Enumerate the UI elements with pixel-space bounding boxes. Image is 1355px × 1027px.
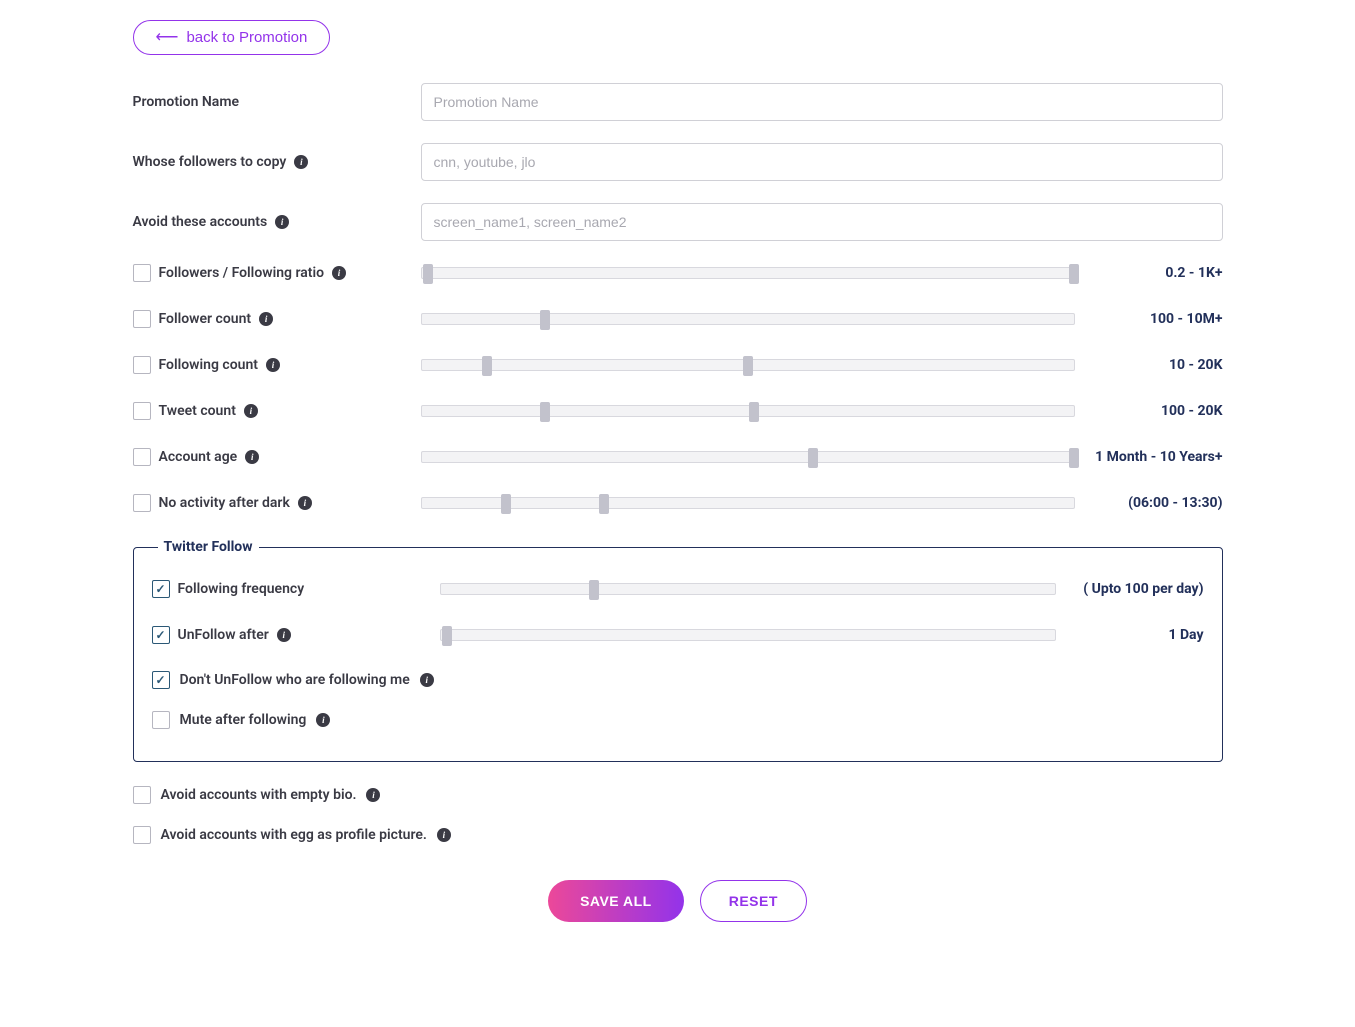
tweet_cnt-slider-handle-1[interactable] xyxy=(749,402,759,422)
info-icon[interactable]: i xyxy=(277,628,291,642)
no_activity-slider-handle-0[interactable] xyxy=(501,494,511,514)
info-icon[interactable]: i xyxy=(259,312,273,326)
avoid-empty-bio-checkbox[interactable]: ✓ xyxy=(133,786,151,804)
info-icon[interactable]: i xyxy=(244,404,258,418)
followers-copy-input[interactable] xyxy=(421,143,1223,181)
info-icon[interactable]: i xyxy=(245,450,259,464)
ratio-value: 0.2 - 1K+ xyxy=(1083,265,1223,281)
twitter-follow-legend: Twitter Follow xyxy=(158,539,259,555)
mute-after-checkbox[interactable]: ✓ xyxy=(152,711,170,729)
avoid-empty-bio-label: Avoid accounts with empty bio. xyxy=(161,787,357,803)
following-frequency-checkbox[interactable]: ✓ xyxy=(152,580,170,598)
no_activity-label: No activity after dark xyxy=(159,495,290,511)
account_age-label: Account age xyxy=(159,449,238,465)
avoid-egg-pic-label: Avoid accounts with egg as profile pictu… xyxy=(161,827,427,843)
account_age-slider[interactable] xyxy=(421,451,1075,463)
info-icon[interactable]: i xyxy=(366,788,380,802)
following_cnt-slider-handle-0[interactable] xyxy=(482,356,492,376)
info-icon[interactable]: i xyxy=(316,713,330,727)
follower_cnt-slider-handle-0[interactable] xyxy=(540,310,550,330)
unfollow-after-label: UnFollow after xyxy=(178,627,269,643)
arrow-left-icon: ⟵ xyxy=(156,30,179,46)
promotion-name-label: Promotion Name xyxy=(133,94,240,110)
account_age-checkbox[interactable]: ✓ xyxy=(133,448,151,466)
follower_cnt-value: 100 - 10M+ xyxy=(1083,311,1223,327)
followers-copy-label: Whose followers to copy xyxy=(133,154,287,170)
mute-after-label: Mute after following xyxy=(180,712,307,728)
follower_cnt-slider[interactable] xyxy=(421,313,1075,325)
back-button-label: back to Promotion xyxy=(186,29,307,46)
follower_cnt-label: Follower count xyxy=(159,311,252,327)
back-to-promotion-button[interactable]: ⟵ back to Promotion xyxy=(133,20,331,55)
following_cnt-slider[interactable] xyxy=(421,359,1075,371)
dont-unfollow-checkbox[interactable]: ✓ xyxy=(152,671,170,689)
check-icon: ✓ xyxy=(155,582,165,596)
reset-button[interactable]: RESET xyxy=(700,880,807,922)
tweet_cnt-checkbox[interactable]: ✓ xyxy=(133,402,151,420)
unfollow-after-slider-handle-0[interactable] xyxy=(442,626,452,646)
info-icon[interactable]: i xyxy=(275,215,289,229)
following-frequency-slider[interactable] xyxy=(440,583,1056,595)
following_cnt-checkbox[interactable]: ✓ xyxy=(133,356,151,374)
account_age-slider-handle-1[interactable] xyxy=(1069,448,1079,468)
info-icon[interactable]: i xyxy=(266,358,280,372)
unfollow-after-checkbox[interactable]: ✓ xyxy=(152,626,170,644)
no_activity-checkbox[interactable]: ✓ xyxy=(133,494,151,512)
following_cnt-label: Following count xyxy=(159,357,258,373)
promotion-name-input[interactable] xyxy=(421,83,1223,121)
following_cnt-slider-handle-1[interactable] xyxy=(743,356,753,376)
info-icon[interactable]: i xyxy=(420,673,434,687)
avoid-accounts-input[interactable] xyxy=(421,203,1223,241)
info-icon[interactable]: i xyxy=(332,266,346,280)
ratio-checkbox[interactable]: ✓ xyxy=(133,264,151,282)
unfollow-after-slider[interactable] xyxy=(440,629,1056,641)
check-icon: ✓ xyxy=(155,628,165,642)
tweet_cnt-slider-handle-0[interactable] xyxy=(540,402,550,422)
following-frequency-label: Following frequency xyxy=(178,581,305,597)
check-icon: ✓ xyxy=(155,673,165,687)
info-icon[interactable]: i xyxy=(294,155,308,169)
save-all-button[interactable]: SAVE ALL xyxy=(548,880,684,922)
unfollow-after-value: 1 Day xyxy=(1064,627,1204,643)
tweet_cnt-value: 100 - 20K xyxy=(1083,403,1223,419)
following-frequency-slider-handle-0[interactable] xyxy=(589,580,599,600)
following_cnt-value: 10 - 20K xyxy=(1083,357,1223,373)
ratio-slider-handle-1[interactable] xyxy=(1069,264,1079,284)
twitter-follow-group: Twitter Follow ✓ Following frequency ( Upt… xyxy=(133,539,1223,762)
account_age-value: 1 Month - 10 Years+ xyxy=(1083,449,1223,465)
ratio-slider[interactable] xyxy=(421,267,1075,279)
tweet_cnt-label: Tweet count xyxy=(159,403,236,419)
following-frequency-value: ( Upto 100 per day) xyxy=(1064,581,1204,597)
avoid-egg-pic-checkbox[interactable]: ✓ xyxy=(133,826,151,844)
no_activity-slider-handle-1[interactable] xyxy=(599,494,609,514)
tweet_cnt-slider[interactable] xyxy=(421,405,1075,417)
ratio-label: Followers / Following ratio xyxy=(159,265,325,281)
avoid-accounts-label: Avoid these accounts xyxy=(133,214,268,230)
account_age-slider-handle-0[interactable] xyxy=(808,448,818,468)
no_activity-slider[interactable] xyxy=(421,497,1075,509)
dont-unfollow-label: Don't UnFollow who are following me xyxy=(180,672,410,688)
ratio-slider-handle-0[interactable] xyxy=(423,264,433,284)
info-icon[interactable]: i xyxy=(298,496,312,510)
info-icon[interactable]: i xyxy=(437,828,451,842)
no_activity-value: (06:00 - 13:30) xyxy=(1083,495,1223,511)
follower_cnt-checkbox[interactable]: ✓ xyxy=(133,310,151,328)
